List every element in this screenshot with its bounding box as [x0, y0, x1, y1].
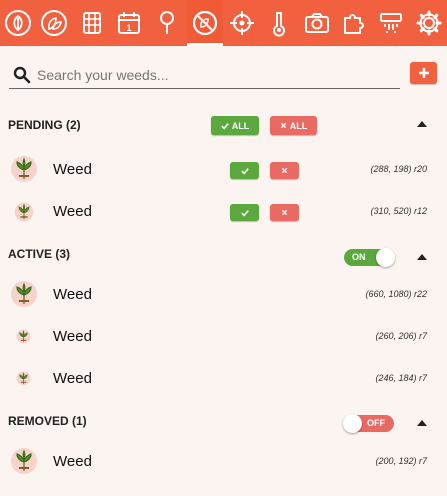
reject-button[interactable]: [270, 204, 299, 221]
list-item[interactable]: Weed (260, 206) r7: [0, 316, 447, 356]
collapse-removed-icon[interactable]: [416, 419, 428, 427]
accept-all-label: ALL: [231, 120, 250, 131]
weed-icon: [10, 155, 38, 183]
weed-name: Weed: [53, 161, 92, 178]
tab-tools[interactable]: [336, 0, 372, 46]
weed-name: Weed: [53, 328, 92, 345]
weed-icon: [14, 202, 34, 222]
search-input[interactable]: [37, 66, 377, 83]
svg-text:1: 1: [126, 23, 131, 33]
plus-icon: [418, 68, 429, 78]
close-icon: [280, 122, 286, 129]
toggle-knob: [376, 248, 395, 267]
section-title-removed: REMOVED (1): [8, 414, 87, 428]
section-title-active: ACTIVE (3): [8, 247, 71, 261]
weed-name: Weed: [53, 370, 92, 387]
weed-icon: [10, 280, 38, 308]
toggle-label: ON: [352, 252, 366, 262]
crosshair-icon: [230, 11, 254, 35]
list-item[interactable]: Weed (246, 184) r7: [0, 358, 447, 398]
collapse-active-icon[interactable]: [416, 253, 428, 261]
weed-coordinates: (288, 198) r20: [370, 164, 427, 174]
reject-button[interactable]: [270, 162, 299, 179]
camera-icon: [305, 13, 329, 33]
check-icon: [240, 209, 249, 217]
active-tab-indicator: [187, 43, 223, 46]
toggle-label: OFF: [367, 418, 385, 428]
list-item[interactable]: Weed (200, 192) r7: [0, 441, 447, 481]
tab-points[interactable]: [224, 0, 260, 46]
accept-all-button[interactable]: ALL: [211, 116, 259, 135]
leaves-icon: [41, 10, 67, 36]
tab-photos[interactable]: [299, 0, 335, 46]
tab-farmware-grid[interactable]: [74, 0, 110, 46]
list-item[interactable]: Weed (288, 198) r20: [0, 149, 447, 189]
accept-button[interactable]: [230, 162, 259, 179]
tab-plants[interactable]: [0, 0, 36, 46]
weed-coordinates: (310, 520) r12: [370, 206, 427, 216]
weed-coordinates: (660, 1080) r22: [365, 289, 427, 299]
calendar-icon: 1: [118, 12, 140, 34]
puzzle-icon: [344, 14, 364, 34]
tab-weeds-detected[interactable]: [36, 0, 72, 46]
weed-coordinates: (246, 184) r7: [375, 373, 427, 383]
collapse-pending-icon[interactable]: [416, 120, 428, 128]
check-icon: [220, 122, 229, 130]
weed-name: Weed: [53, 453, 92, 470]
list-item[interactable]: Weed (310, 520) r12: [0, 191, 447, 231]
active-toggle[interactable]: ON: [344, 248, 395, 267]
grid-icon: [83, 12, 101, 34]
close-icon: [281, 167, 288, 174]
weed-name: Weed: [53, 286, 92, 303]
gear-icon: [416, 10, 442, 36]
search-bar: [9, 61, 400, 89]
tab-sensor[interactable]: [149, 0, 185, 46]
accept-button[interactable]: [230, 204, 259, 221]
close-icon: [281, 209, 288, 216]
reject-all-button[interactable]: ALL: [270, 116, 317, 135]
top-nav-bar: 1: [0, 0, 447, 46]
weed-icon: [16, 329, 31, 344]
check-icon: [240, 167, 249, 175]
tab-calendar[interactable]: 1: [111, 0, 147, 46]
thermometer-icon: [273, 12, 285, 37]
weed-name: Weed: [53, 203, 92, 220]
tab-settings[interactable]: [411, 0, 447, 46]
tab-sensors-thermo[interactable]: [261, 0, 297, 46]
probe-icon: [160, 11, 174, 34]
tab-peripherals[interactable]: [373, 0, 409, 46]
list-item[interactable]: Weed (660, 1080) r22: [0, 274, 447, 314]
leaf-icon: [5, 10, 31, 36]
weed-coordinates: (200, 192) r7: [375, 456, 427, 466]
removed-toggle[interactable]: OFF: [343, 414, 394, 433]
add-weed-button[interactable]: [410, 62, 437, 84]
no-weeds-icon: [192, 10, 218, 36]
search-icon: [13, 66, 31, 83]
section-title-pending: PENDING (2): [8, 118, 81, 132]
toggle-knob: [343, 414, 362, 433]
weed-coordinates: (260, 206) r7: [375, 331, 427, 341]
weed-icon: [16, 371, 31, 386]
reject-all-label: ALL: [289, 120, 308, 131]
sprinkler-icon: [380, 13, 402, 33]
tab-weeds[interactable]: [187, 0, 223, 46]
weed-icon: [10, 447, 38, 475]
